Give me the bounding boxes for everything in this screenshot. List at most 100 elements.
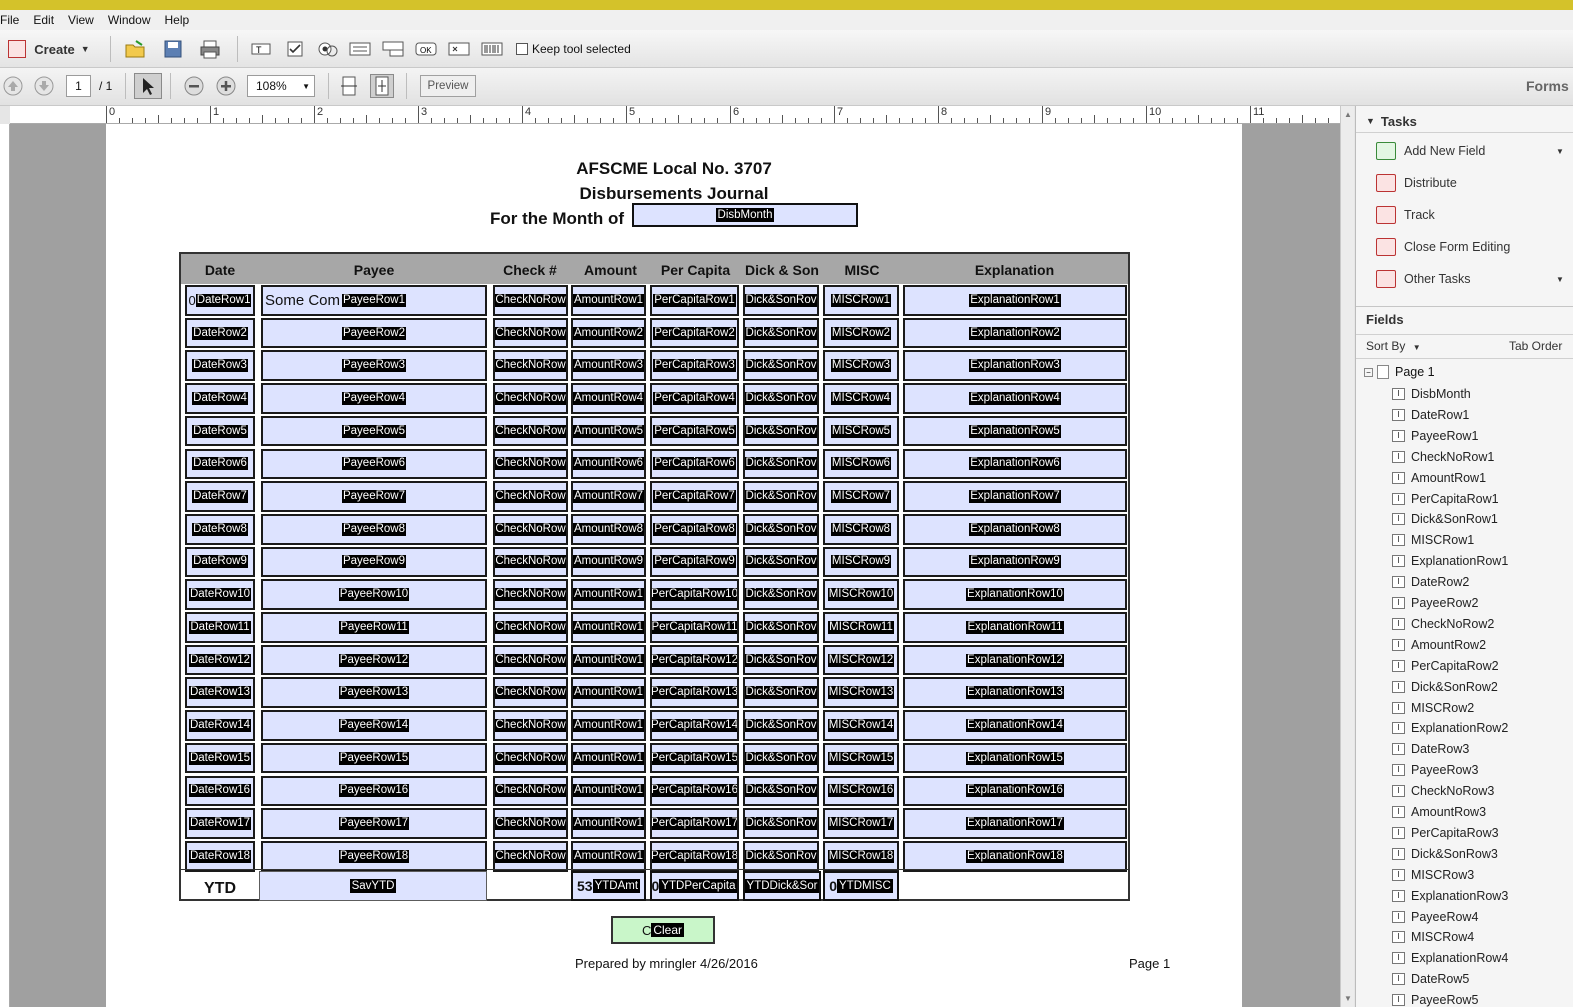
zoom-out-icon[interactable] xyxy=(183,75,205,97)
row-14-per-capita-field[interactable]: PerCapitaRow14 xyxy=(650,710,739,741)
row-11-check-no-field[interactable]: CheckNoRow xyxy=(493,612,568,643)
row-15-check-no-field[interactable]: CheckNoRow xyxy=(493,742,568,774)
row-8-per-capita-field[interactable]: PerCapitaRow8 xyxy=(650,513,739,545)
row-15-dick-son-field[interactable]: Dick&SonRov xyxy=(743,742,819,774)
field-tree-item[interactable]: I ExplanationRow4 xyxy=(1392,951,1508,965)
row-14-date-field[interactable]: DateRow14 xyxy=(185,710,255,741)
row-5-check-no-field[interactable]: CheckNoRow xyxy=(493,415,568,447)
row-15-explanation-field[interactable]: ExplanationRow15 xyxy=(903,742,1127,774)
field-tree-item[interactable]: I MISCRow4 xyxy=(1392,930,1474,944)
row-8-amount-field[interactable]: AmountRow8 xyxy=(571,513,646,545)
row-2-payee-field[interactable]: PayeeRow2 xyxy=(261,317,487,349)
row-12-per-capita-field[interactable]: PerCapitaRow12 xyxy=(650,644,739,676)
field-tree-item[interactable]: I CheckNoRow2 xyxy=(1392,617,1494,631)
row-16-per-capita-field[interactable]: PerCapitaRow16 xyxy=(650,775,739,807)
ytd-misc-field[interactable]: 0 YTDMISC xyxy=(823,871,899,901)
row-3-amount-field[interactable]: AmountRow3 xyxy=(571,350,646,382)
field-tree-item[interactable]: I PayeeRow4 xyxy=(1392,910,1478,924)
close-form-editing-task[interactable]: Close Form Editing xyxy=(1376,238,1510,256)
row-7-amount-field[interactable]: AmountRow7 xyxy=(571,481,646,512)
row-1-check-no-field[interactable]: CheckNoRow xyxy=(493,285,568,316)
row-7-per-capita-field[interactable]: PerCapitaRow7 xyxy=(650,481,739,512)
field-tree-item[interactable]: I AmountRow1 xyxy=(1392,471,1486,485)
row-3-dick-son-field[interactable]: Dick&SonRov xyxy=(743,350,819,382)
row-9-check-no-field[interactable]: CheckNoRow xyxy=(493,546,568,578)
row-7-dick-son-field[interactable]: Dick&SonRov xyxy=(743,481,819,512)
fit-page-icon[interactable] xyxy=(370,74,394,98)
row-4-date-field[interactable]: DateRow4 xyxy=(185,383,255,414)
row-10-per-capita-field[interactable]: PerCapitaRow10 xyxy=(650,579,739,610)
row-5-amount-field[interactable]: AmountRow5 xyxy=(571,415,646,447)
radio-tool-icon[interactable] xyxy=(316,39,340,59)
row-3-misc-field[interactable]: MISCRow3 xyxy=(823,350,899,382)
row-10-misc-field[interactable]: MISCRow10 xyxy=(823,579,899,610)
keep-tool-checkbox[interactable] xyxy=(516,43,528,55)
field-tree-item[interactable]: I PayeeRow5 xyxy=(1392,993,1478,1007)
row-6-explanation-field[interactable]: ExplanationRow6 xyxy=(903,448,1127,480)
month-field[interactable]: DisbMonth xyxy=(632,203,858,227)
row-8-date-field[interactable]: DateRow8 xyxy=(185,513,255,545)
row-14-explanation-field[interactable]: ExplanationRow14 xyxy=(903,710,1127,741)
row-3-explanation-field[interactable]: ExplanationRow3 xyxy=(903,350,1127,382)
field-tree-item[interactable]: I MISCRow3 xyxy=(1392,868,1474,882)
signature-tool-icon[interactable] xyxy=(447,39,471,59)
row-11-dick-son-field[interactable]: Dick&SonRov xyxy=(743,612,819,643)
row-6-dick-son-field[interactable]: Dick&SonRov xyxy=(743,448,819,480)
row-18-amount-field[interactable]: AmountRow1 xyxy=(571,840,646,872)
row-13-amount-field[interactable]: AmountRow1 xyxy=(571,677,646,709)
row-2-dick-son-field[interactable]: Dick&SonRov xyxy=(743,317,819,349)
row-6-date-field[interactable]: DateRow6 xyxy=(185,448,255,480)
row-1-per-capita-field[interactable]: PerCapitaRow1 xyxy=(650,285,739,316)
text-field-tool-icon[interactable]: T xyxy=(250,39,272,59)
row-17-misc-field[interactable]: MISCRow17 xyxy=(823,808,899,839)
row-5-explanation-field[interactable]: ExplanationRow5 xyxy=(903,415,1127,447)
print-icon[interactable] xyxy=(197,37,223,61)
menu-window[interactable]: Window xyxy=(102,13,159,27)
row-14-amount-field[interactable]: AmountRow1 xyxy=(571,710,646,741)
row-9-date-field[interactable]: DateRow9 xyxy=(185,546,255,578)
row-6-check-no-field[interactable]: CheckNoRow xyxy=(493,448,568,480)
row-17-amount-field[interactable]: AmountRow1 xyxy=(571,808,646,839)
row-18-per-capita-field[interactable]: PerCapitaRow18 xyxy=(650,840,739,872)
other-tasks-task[interactable]: Other Tasks ▼ xyxy=(1376,270,1564,288)
row-16-payee-field[interactable]: PayeeRow16 xyxy=(261,775,487,807)
clear-button[interactable]: C Clear xyxy=(611,916,715,944)
row-8-dick-son-field[interactable]: Dick&SonRov xyxy=(743,513,819,545)
row-2-check-no-field[interactable]: CheckNoRow xyxy=(493,317,568,349)
row-16-dick-son-field[interactable]: Dick&SonRov xyxy=(743,775,819,807)
row-16-explanation-field[interactable]: ExplanationRow16 xyxy=(903,775,1127,807)
row-12-misc-field[interactable]: MISCRow12 xyxy=(823,644,899,676)
tasks-header[interactable]: ▼ Tasks xyxy=(1356,110,1573,132)
field-tree-item[interactable]: I PerCapitaRow3 xyxy=(1392,826,1499,840)
row-7-misc-field[interactable]: MISCRow7 xyxy=(823,481,899,512)
row-9-payee-field[interactable]: PayeeRow9 xyxy=(261,546,487,578)
field-tree-item[interactable]: I PerCapitaRow2 xyxy=(1392,659,1499,673)
fit-width-icon[interactable] xyxy=(338,75,360,97)
row-1-date-field[interactable]: 0 DateRow1 xyxy=(185,285,255,316)
zoom-in-icon[interactable] xyxy=(215,75,237,97)
row-16-date-field[interactable]: DateRow16 xyxy=(185,775,255,807)
track-task[interactable]: Track xyxy=(1376,206,1435,224)
row-10-check-no-field[interactable]: CheckNoRow xyxy=(493,579,568,610)
row-14-payee-field[interactable]: PayeeRow14 xyxy=(261,710,487,741)
row-11-date-field[interactable]: DateRow11 xyxy=(185,612,255,643)
save-icon[interactable] xyxy=(160,37,186,61)
row-14-check-no-field[interactable]: CheckNoRow xyxy=(493,710,568,741)
row-13-dick-son-field[interactable]: Dick&SonRov xyxy=(743,677,819,709)
row-11-per-capita-field[interactable]: PerCapitaRow11 xyxy=(650,612,739,643)
row-7-date-field[interactable]: DateRow7 xyxy=(185,481,255,512)
field-tree-item[interactable]: I DateRow5 xyxy=(1392,972,1469,986)
row-13-date-field[interactable]: DateRow13 xyxy=(185,677,255,709)
row-17-payee-field[interactable]: PayeeRow17 xyxy=(261,808,487,839)
menu-view[interactable]: View xyxy=(62,13,102,27)
ytd-amount-field[interactable]: 53 YTDAmt xyxy=(571,871,646,901)
sort-by-dropdown[interactable]: Sort By ▼ xyxy=(1366,339,1421,353)
row-17-per-capita-field[interactable]: PerCapitaRow17 xyxy=(650,808,739,839)
row-17-check-no-field[interactable]: CheckNoRow xyxy=(493,808,568,839)
row-4-amount-field[interactable]: AmountRow4 xyxy=(571,383,646,414)
row-15-payee-field[interactable]: PayeeRow15 xyxy=(261,742,487,774)
row-11-payee-field[interactable]: PayeeRow11 xyxy=(261,612,487,643)
row-13-per-capita-field[interactable]: PerCapitaRow13 xyxy=(650,677,739,709)
field-tree-item[interactable]: I AmountRow2 xyxy=(1392,638,1486,652)
row-18-date-field[interactable]: DateRow18 xyxy=(185,840,255,872)
